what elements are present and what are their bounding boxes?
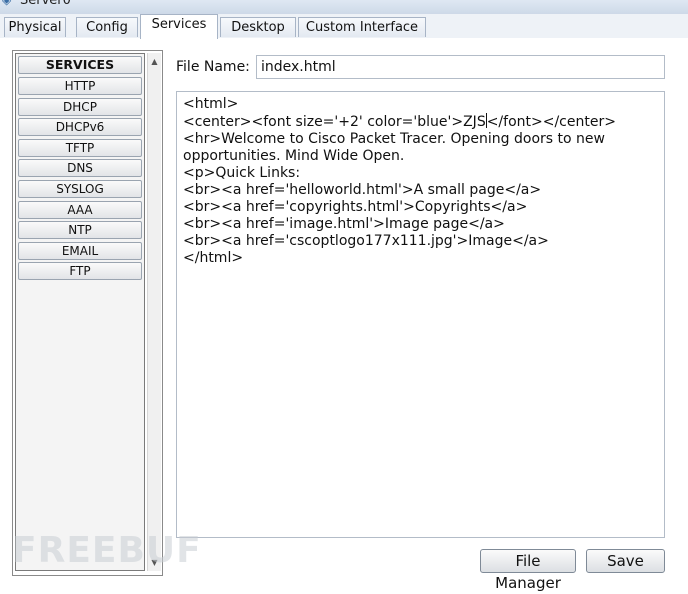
services-content: SERVICES HTTP DHCP DHCPv6 TFTP DNS SYSLO…: [0, 38, 688, 592]
service-ntp-button[interactable]: NTP: [18, 221, 142, 239]
html-editor[interactable]: <html> <center><font size='+2' color='bl…: [176, 91, 665, 538]
window-title: Server0: [20, 0, 71, 8]
services-scrollbar[interactable]: ▲ ▼: [147, 53, 161, 571]
editor-line: opportunities. Mind Wide Open.: [183, 148, 405, 164]
editor-text-before-caret: <center><font size='+2' color='blue'>ZJS: [183, 114, 486, 130]
editor-line: <p>Quick Links:: [183, 165, 301, 181]
editor-line: <br><a href='image.html'>Image page</a>: [183, 216, 505, 232]
services-header: SERVICES: [18, 56, 142, 74]
file-manager-button[interactable]: File Manager: [480, 549, 576, 592]
editor-line: <center><font size='+2' color='blue'>ZJS…: [183, 113, 658, 131]
scroll-down-icon[interactable]: ▼: [148, 556, 161, 569]
editor-line: <br><a href='helloworld.html'>A small pa…: [183, 182, 542, 198]
file-name-input[interactable]: [256, 55, 665, 79]
service-tftp-button[interactable]: TFTP: [18, 139, 142, 157]
title-bar: ◈ Server0: [0, 0, 688, 14]
server-icon: ◈: [2, 0, 12, 7]
service-ftp-button[interactable]: FTP: [18, 262, 142, 280]
editor-line: </html>: [183, 250, 244, 266]
service-syslog-button[interactable]: SYSLOG: [18, 180, 142, 198]
tab-strip: Physical Config Services Desktop Custom …: [0, 14, 688, 39]
services-panel: SERVICES HTTP DHCP DHCPv6 TFTP DNS SYSLO…: [12, 50, 163, 576]
editor-line: <html>: [183, 96, 239, 112]
service-dhcpv6-button[interactable]: DHCPv6: [18, 118, 142, 136]
tab-config[interactable]: Config: [76, 17, 138, 37]
editor-text-after-caret: </font></center>: [486, 114, 616, 130]
tab-custom-interface[interactable]: Custom Interface: [298, 17, 426, 37]
editor-line: <hr>Welcome to Cisco Packet Tracer. Open…: [183, 131, 605, 147]
service-dhcp-button[interactable]: DHCP: [18, 98, 142, 116]
tab-physical[interactable]: Physical: [4, 17, 66, 37]
scroll-up-icon[interactable]: ▲: [148, 55, 161, 68]
service-http-button[interactable]: HTTP: [18, 77, 142, 95]
tab-desktop[interactable]: Desktop: [220, 17, 296, 37]
editor-line: <br><a href='cscoptlogo177x111.jpg'>Imag…: [183, 233, 549, 249]
services-list: SERVICES HTTP DHCP DHCPv6 TFTP DNS SYSLO…: [15, 53, 145, 571]
file-name-label: File Name:: [176, 59, 250, 75]
tab-services[interactable]: Services: [140, 14, 218, 39]
save-button[interactable]: Save: [586, 549, 665, 573]
service-dns-button[interactable]: DNS: [18, 159, 142, 177]
service-email-button[interactable]: EMAIL: [18, 242, 142, 260]
editor-line: <br><a href='copyrights.html'>Copyrights…: [183, 199, 528, 215]
service-aaa-button[interactable]: AAA: [18, 201, 142, 219]
